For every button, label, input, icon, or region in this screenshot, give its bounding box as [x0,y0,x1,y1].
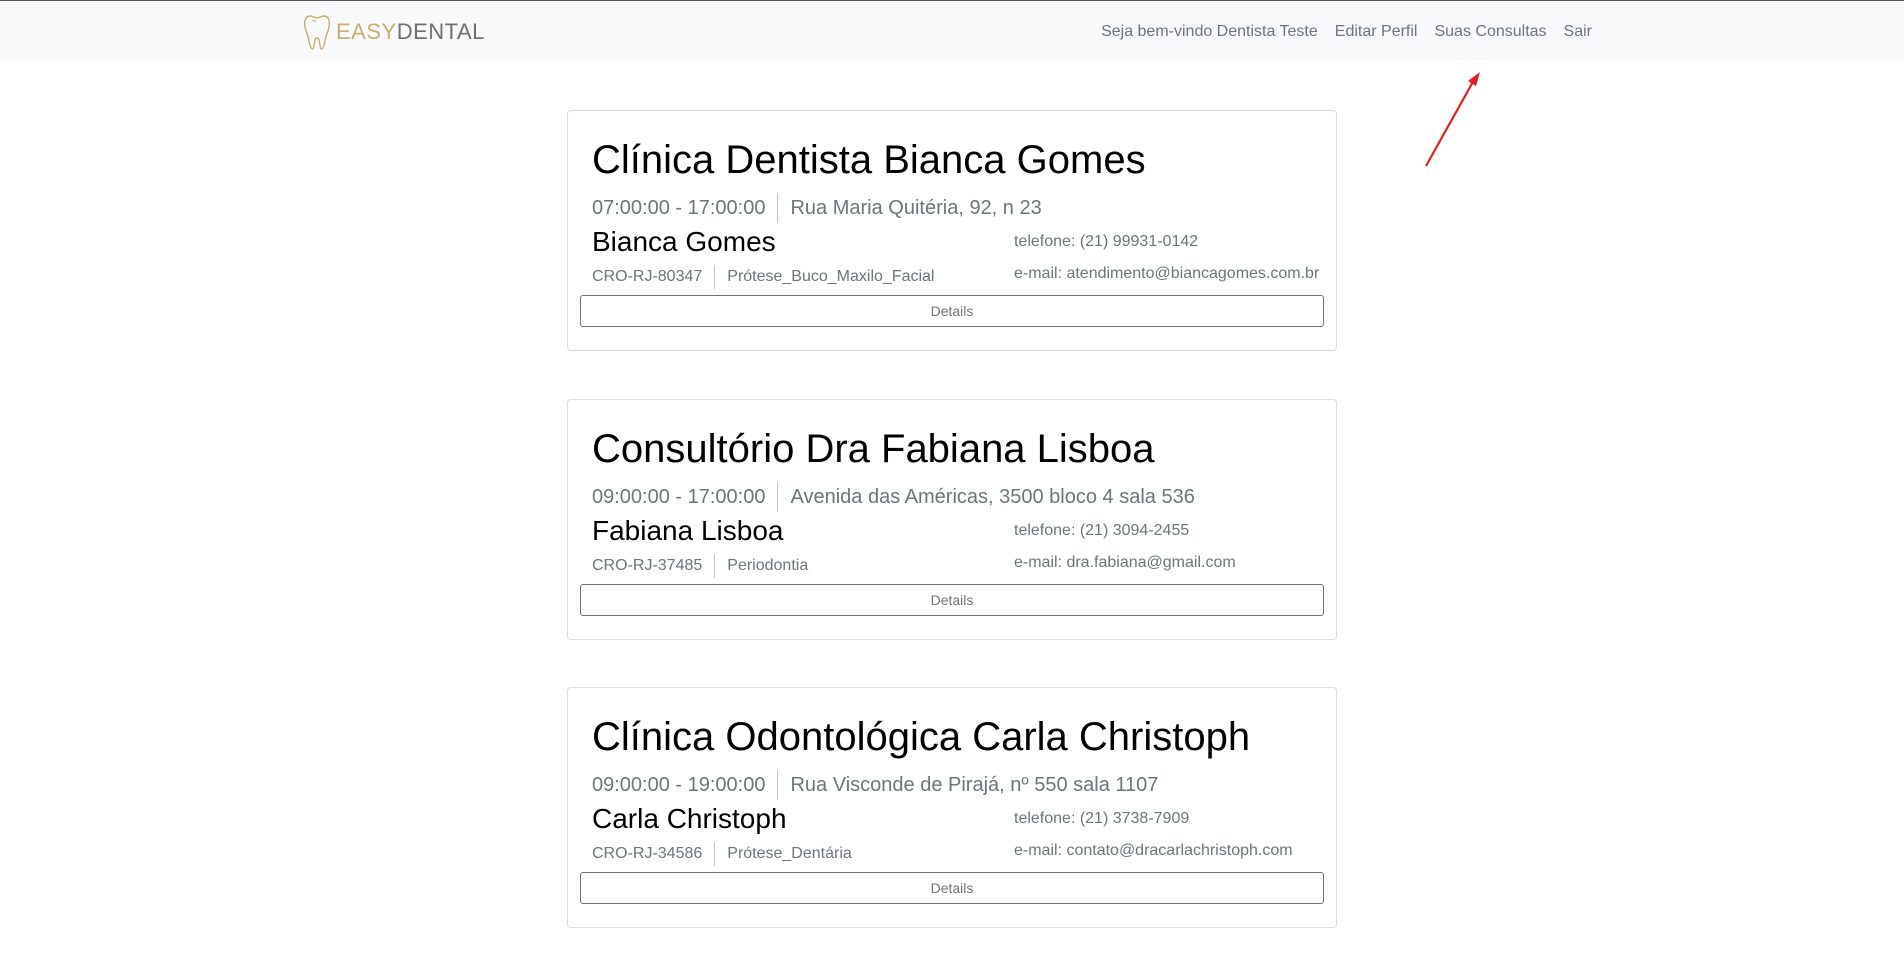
clinic-phone: telefone: (21) 3094-2455 [1014,522,1190,539]
clinic-phone: telefone: (21) 3738-7909 [1014,810,1190,827]
dentist-cro: CRO-RJ-34586 [592,845,703,862]
clinic-card: Clínica Dentista Bianca Gomes 07:00:00 - … [567,110,1337,351]
divider [777,482,779,512]
dentist-specialty: Prótese_Dentária [727,845,852,862]
clinic-title: Consultório Dra Fabiana Lisboa [592,427,1155,471]
dentist-name: Fabiana Lisboa [592,515,784,546]
divider [714,842,716,866]
divider [777,193,779,223]
nav-edit-profile-link[interactable]: Editar Perfil [1335,23,1418,41]
navbar: EASYDENTAL Seja bem-vindo Dentista Teste… [0,0,1904,60]
details-button[interactable]: Details [580,872,1324,904]
dentist-name: Carla Christoph [592,803,787,834]
clinic-title: Clínica Dentista Bianca Gomes [592,138,1146,182]
details-button[interactable]: Details [580,584,1324,616]
clinic-hours-address: 09:00:00 - 17:00:00 Avenida das Américas,… [592,482,1195,512]
clinic-card: Clínica Odontológica Carla Christoph 09:0… [567,687,1337,928]
dentist-specialty: Prótese_Buco_Maxilo_Facial [727,268,935,285]
clinic-phone: telefone: (21) 99931-0142 [1014,233,1199,250]
dentist-credentials: CRO-RJ-34586 Prótese_Dentária [592,842,852,866]
clinic-email: e-mail: dra.fabiana@gmail.com [1014,554,1236,571]
clinic-email: e-mail: atendimento@biancagomes.com.br [1014,265,1320,282]
clinic-hours: 09:00:00 - 17:00:00 [592,485,766,508]
divider [714,265,716,289]
tooth-icon [303,15,331,50]
clinic-hours-address: 09:00:00 - 19:00:00 Rua Visconde de Piraj… [592,770,1158,800]
clinic-address: Avenida das Américas, 3500 bloco 4 sala … [790,485,1195,508]
dentist-cro: CRO-RJ-80347 [592,268,703,285]
brand-logo[interactable]: EASYDENTAL [302,13,485,51]
divider [714,554,716,578]
nav-menu: Seja bem-vindo Dentista Teste Editar Per… [1101,23,1592,41]
clinic-address: Rua Visconde de Pirajá, nº 550 sala 1107 [790,773,1159,796]
dentist-specialty: Periodontia [727,557,809,574]
details-button[interactable]: Details [580,295,1324,327]
clinic-address: Rua Maria Quitéria, 92, n 23 [790,196,1042,219]
dentist-credentials: CRO-RJ-37485 Periodontia [592,554,808,578]
dentist-credentials: CRO-RJ-80347 Prótese_Buco_Maxilo_Facial [592,265,934,289]
brand-name: EASYDENTAL [336,19,485,44]
dentist-cro: CRO-RJ-37485 [592,557,703,574]
nav-logout-link[interactable]: Sair [1564,23,1592,41]
clinic-card: Consultório Dra Fabiana Lisboa 09:00:00 -… [567,399,1337,640]
clinic-title: Clínica Odontológica Carla Christoph [592,715,1251,759]
clinic-email: e-mail: contato@dracarlachristoph.com [1014,842,1293,859]
clinic-hours-address: 07:00:00 - 17:00:00 Rua Maria Quitéria, 9… [592,193,1042,223]
divider [777,770,779,800]
clinic-hours: 07:00:00 - 17:00:00 [592,196,766,219]
red-arrow-icon [1425,72,1480,167]
nav-welcome-link[interactable]: Seja bem-vindo Dentista Teste [1101,23,1318,41]
clinic-hours: 09:00:00 - 19:00:00 [592,773,766,796]
nav-appointments-link[interactable]: Suas Consultas [1434,23,1546,41]
dentist-name: Bianca Gomes [592,226,776,257]
